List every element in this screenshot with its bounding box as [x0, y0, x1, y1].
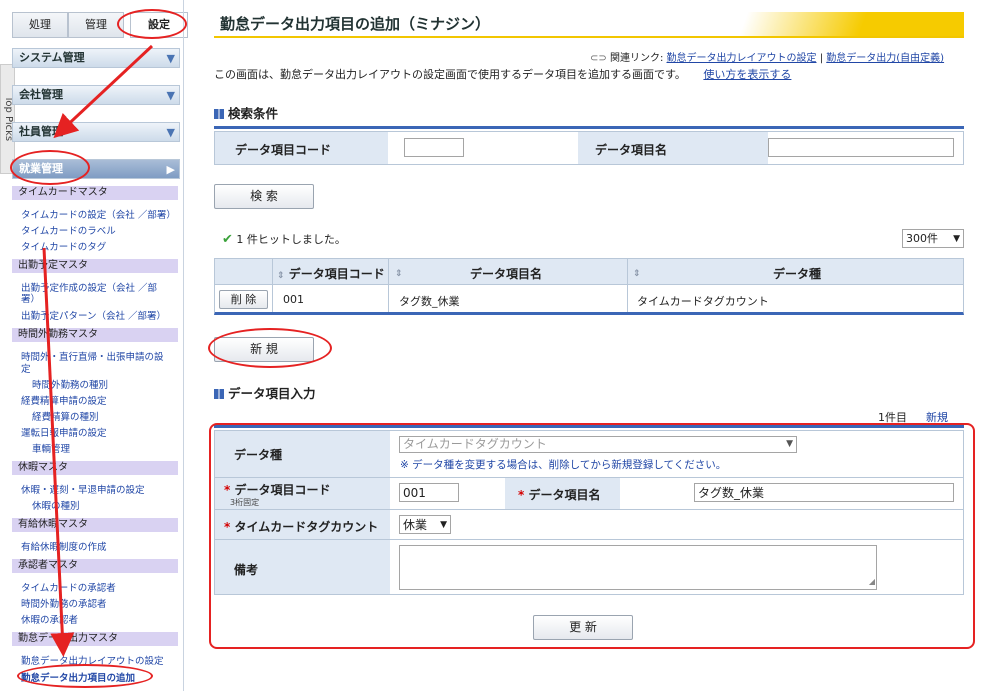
arrow-to-employee	[53, 44, 154, 139]
annotation-arrows	[42, 44, 154, 657]
arrow-to-output	[42, 247, 75, 657]
